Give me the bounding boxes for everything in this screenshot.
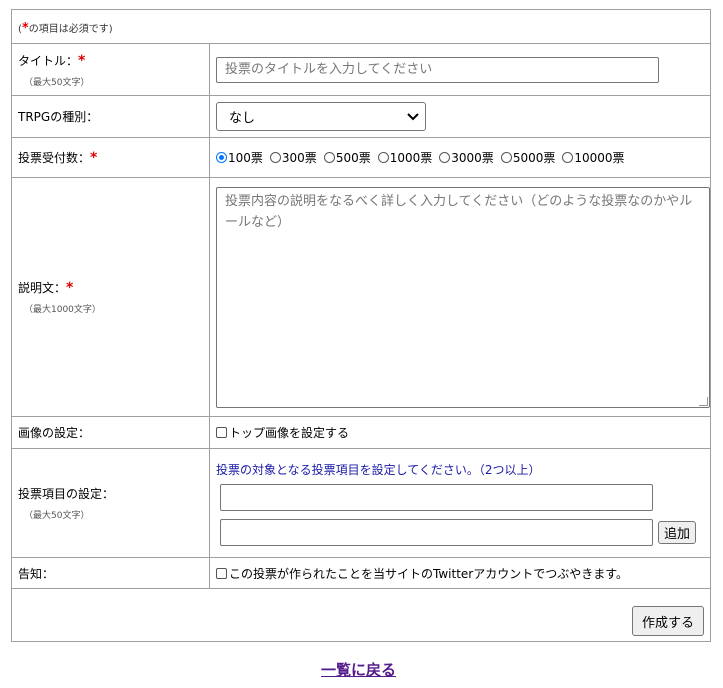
trpg-type-field-cell: なし xyxy=(209,95,711,138)
resize-grip-icon[interactable] xyxy=(699,396,708,406)
vote-limit-label: 投票受付数： xyxy=(18,151,91,165)
image-setting-label-cell: 画像の設定： xyxy=(11,416,210,449)
description-field-cell: 投票内容の説明をなるべく詳しく入力してください（どのような投票なのかやルールなど… xyxy=(209,177,711,417)
trpg-type-selected: なし xyxy=(229,111,256,126)
description-label: 説明文： xyxy=(18,281,67,295)
vote-items-label-cell: 投票項目の設定： （最大50文字） xyxy=(11,448,210,558)
announce-label-cell: 告知： xyxy=(11,557,210,589)
vote-item-input[interactable] xyxy=(220,483,653,511)
create-button[interactable]: 作成する xyxy=(632,606,704,636)
description-required-mark: * xyxy=(66,280,74,296)
vote-limit-option[interactable]: 500票 xyxy=(323,149,371,166)
announce-checkbox-label: この投票が作られたことを当サイトのTwitterアカウントでつぶやきます。 xyxy=(229,566,629,581)
description-placeholder: 投票内容の説明をなるべく詳しく入力してください（どのような投票なのかやルールなど… xyxy=(225,193,693,230)
radio-icon[interactable] xyxy=(500,152,512,163)
vote-limit-required-mark: * xyxy=(90,150,98,166)
vote-form-table: (*の項目は必須です) タイトル：* （最大50文字） TRPGの種別： なし … xyxy=(11,9,711,642)
chevron-down-icon xyxy=(407,112,419,120)
vote-items-instruction: 投票の対象となる投票項目を設定してください。（2つ以上） xyxy=(216,462,541,477)
title-input[interactable] xyxy=(216,56,659,83)
title-field-cell xyxy=(209,43,711,96)
back-to-list-link[interactable]: 一覧に戻る xyxy=(321,659,396,680)
top-image-checkbox-label: トップ画像を設定する xyxy=(229,426,350,440)
radio-icon[interactable] xyxy=(562,152,574,163)
radio-icon[interactable] xyxy=(377,152,389,163)
top-image-checkbox[interactable] xyxy=(216,427,227,438)
required-note: (*の項目は必須です) xyxy=(18,21,113,36)
announce-checkbox[interactable] xyxy=(216,567,227,579)
description-textarea[interactable]: 投票内容の説明をなるべく詳しく入力してください（どのような投票なのかやルールなど… xyxy=(216,186,710,408)
radio-icon[interactable] xyxy=(439,152,451,163)
vote-limit-option[interactable]: 1000票 xyxy=(377,149,432,166)
top-image-checkbox-row[interactable]: トップ画像を設定する xyxy=(216,424,710,441)
vote-limit-option[interactable]: 3000票 xyxy=(439,149,494,166)
trpg-type-label: TRPGの種別： xyxy=(18,110,99,124)
vote-limit-option[interactable]: 300票 xyxy=(269,149,317,166)
description-hint: （最大1000文字） xyxy=(24,305,101,315)
radio-icon[interactable] xyxy=(323,152,335,163)
vote-limit-label-cell: 投票受付数：* xyxy=(11,137,210,178)
trpg-type-select[interactable]: なし xyxy=(216,102,426,131)
vote-limit-option[interactable]: 100票 xyxy=(216,149,263,166)
description-label-cell: 説明文：* （最大1000文字） xyxy=(11,177,210,417)
vote-items-field-cell: 投票の対象となる投票項目を設定してください。（2つ以上） 追加 xyxy=(209,448,711,558)
vote-items-hint: （最大50文字） xyxy=(24,511,90,521)
vote-item-input[interactable] xyxy=(220,518,653,546)
submit-cell: 作成する xyxy=(11,588,711,642)
radio-icon[interactable] xyxy=(269,152,281,163)
announce-checkbox-row[interactable]: この投票が作られたことを当サイトのTwitterアカウントでつぶやきます。 xyxy=(216,565,710,582)
vote-limit-option[interactable]: 10000票 xyxy=(562,149,625,166)
title-label: タイトル： xyxy=(18,53,79,68)
vote-limit-option[interactable]: 5000票 xyxy=(500,149,555,166)
announce-label: 告知： xyxy=(18,566,55,581)
trpg-type-label-cell: TRPGの種別： xyxy=(11,95,210,138)
title-required-mark: * xyxy=(78,52,86,69)
announce-field-cell: この投票が作られたことを当サイトのTwitterアカウントでつぶやきます。 xyxy=(209,557,711,589)
title-label-cell: タイトル：* （最大50文字） xyxy=(11,43,210,96)
add-item-button[interactable]: 追加 xyxy=(658,520,696,544)
radio-selected-icon[interactable] xyxy=(216,152,227,163)
vote-limit-radio-group: 100票 300票 500票 1000票 3000票 5000票 10000票 xyxy=(216,149,710,166)
vote-limit-field-cell: 100票 300票 500票 1000票 3000票 5000票 10000票 xyxy=(209,137,711,178)
vote-items-label: 投票項目の設定： xyxy=(18,487,115,501)
image-setting-label: 画像の設定： xyxy=(18,426,91,440)
required-note-cell: (*の項目は必須です) xyxy=(11,9,711,44)
title-hint: （最大50文字） xyxy=(24,77,90,88)
image-setting-field-cell: トップ画像を設定する xyxy=(209,416,711,449)
